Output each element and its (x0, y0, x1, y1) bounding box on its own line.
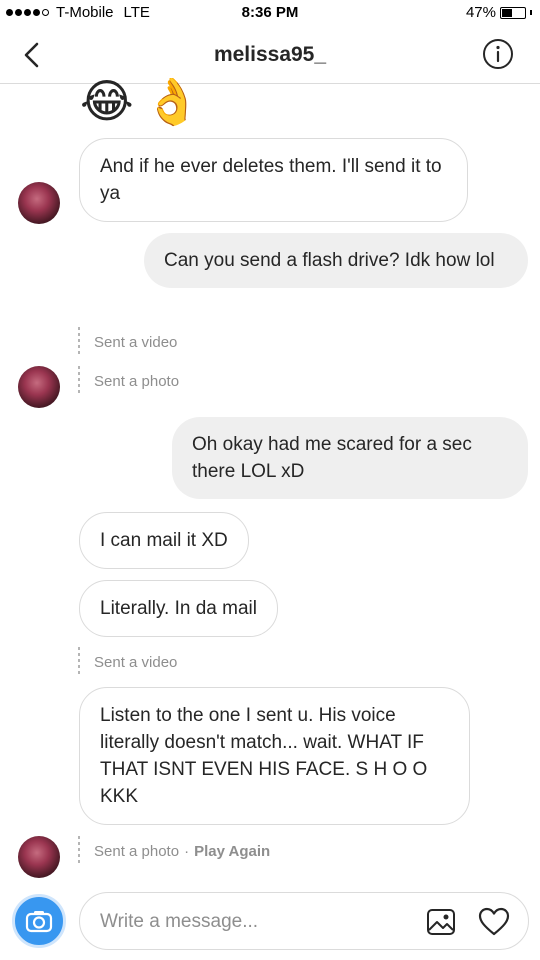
battery-icon (500, 6, 526, 19)
media-note-text: Sent a video (94, 333, 178, 351)
media-divider (78, 647, 80, 677)
media-divider (78, 327, 80, 357)
conversation-title[interactable]: melissa95_ (0, 43, 540, 67)
separator-dot: · (184, 842, 190, 860)
info-icon (483, 39, 513, 69)
like-button[interactable] (478, 907, 510, 937)
message-text: I can mail it XD (100, 530, 228, 551)
battery-tip (530, 10, 532, 15)
incoming-message[interactable]: I can mail it XD (79, 512, 249, 569)
info-button[interactable] (482, 38, 514, 70)
camera-button[interactable] (12, 894, 66, 948)
clock: 8:36 PM (241, 4, 299, 21)
outgoing-message[interactable]: Can you send a flash drive? Idk how lol (144, 233, 528, 288)
message-text: And if he ever deletes them. I'll send i… (100, 156, 442, 204)
heart-icon (478, 907, 510, 936)
incoming-message[interactable]: Listen to the one I sent u. His voice li… (79, 687, 470, 825)
conversation-header: melissa95_ (0, 26, 540, 84)
media-message-video[interactable]: Sent a video (78, 327, 177, 357)
status-right: 47% (466, 4, 532, 21)
message-input[interactable] (100, 907, 400, 937)
media-divider (78, 366, 80, 396)
image-icon (427, 909, 455, 935)
play-again-link[interactable]: Play Again (194, 843, 270, 860)
emoji-message: 😂 👌 (80, 78, 201, 128)
media-message-photo[interactable]: Sent a photo (78, 366, 179, 396)
battery-percent: 47% (465, 4, 496, 21)
tears-of-joy-emoji: 😂 (80, 78, 134, 127)
camera-icon (25, 911, 53, 933)
outgoing-message[interactable]: Oh okay had me scared for a sec there LO… (172, 417, 528, 499)
media-note-text: Sent a photo (94, 372, 180, 390)
status-bar: T-Mobile LTE 8:36 PM 47% (0, 0, 540, 26)
media-divider (78, 836, 80, 866)
ok-hand-emoji: 👌 (143, 78, 202, 127)
media-message-video[interactable]: Sent a video (78, 647, 177, 677)
avatar[interactable] (18, 182, 60, 224)
message-composer (79, 892, 529, 950)
avatar[interactable] (18, 836, 60, 878)
incoming-message[interactable]: Literally. In da mail (79, 580, 278, 637)
message-text: Literally. In da mail (100, 598, 257, 619)
media-note-text: Sent a video (94, 653, 178, 671)
incoming-message[interactable]: And if he ever deletes them. I'll send i… (79, 138, 468, 222)
media-note-text: Sent a photo (94, 842, 180, 860)
message-text: Listen to the one I sent u. His voice li… (100, 705, 428, 807)
avatar[interactable] (18, 366, 60, 408)
message-text: Oh okay had me scared for a sec there LO… (192, 434, 472, 482)
media-message-photo[interactable]: Sent a photo · Play Again (78, 836, 270, 866)
gallery-button[interactable] (426, 908, 456, 936)
message-text: Can you send a flash drive? Idk how lol (164, 250, 495, 271)
